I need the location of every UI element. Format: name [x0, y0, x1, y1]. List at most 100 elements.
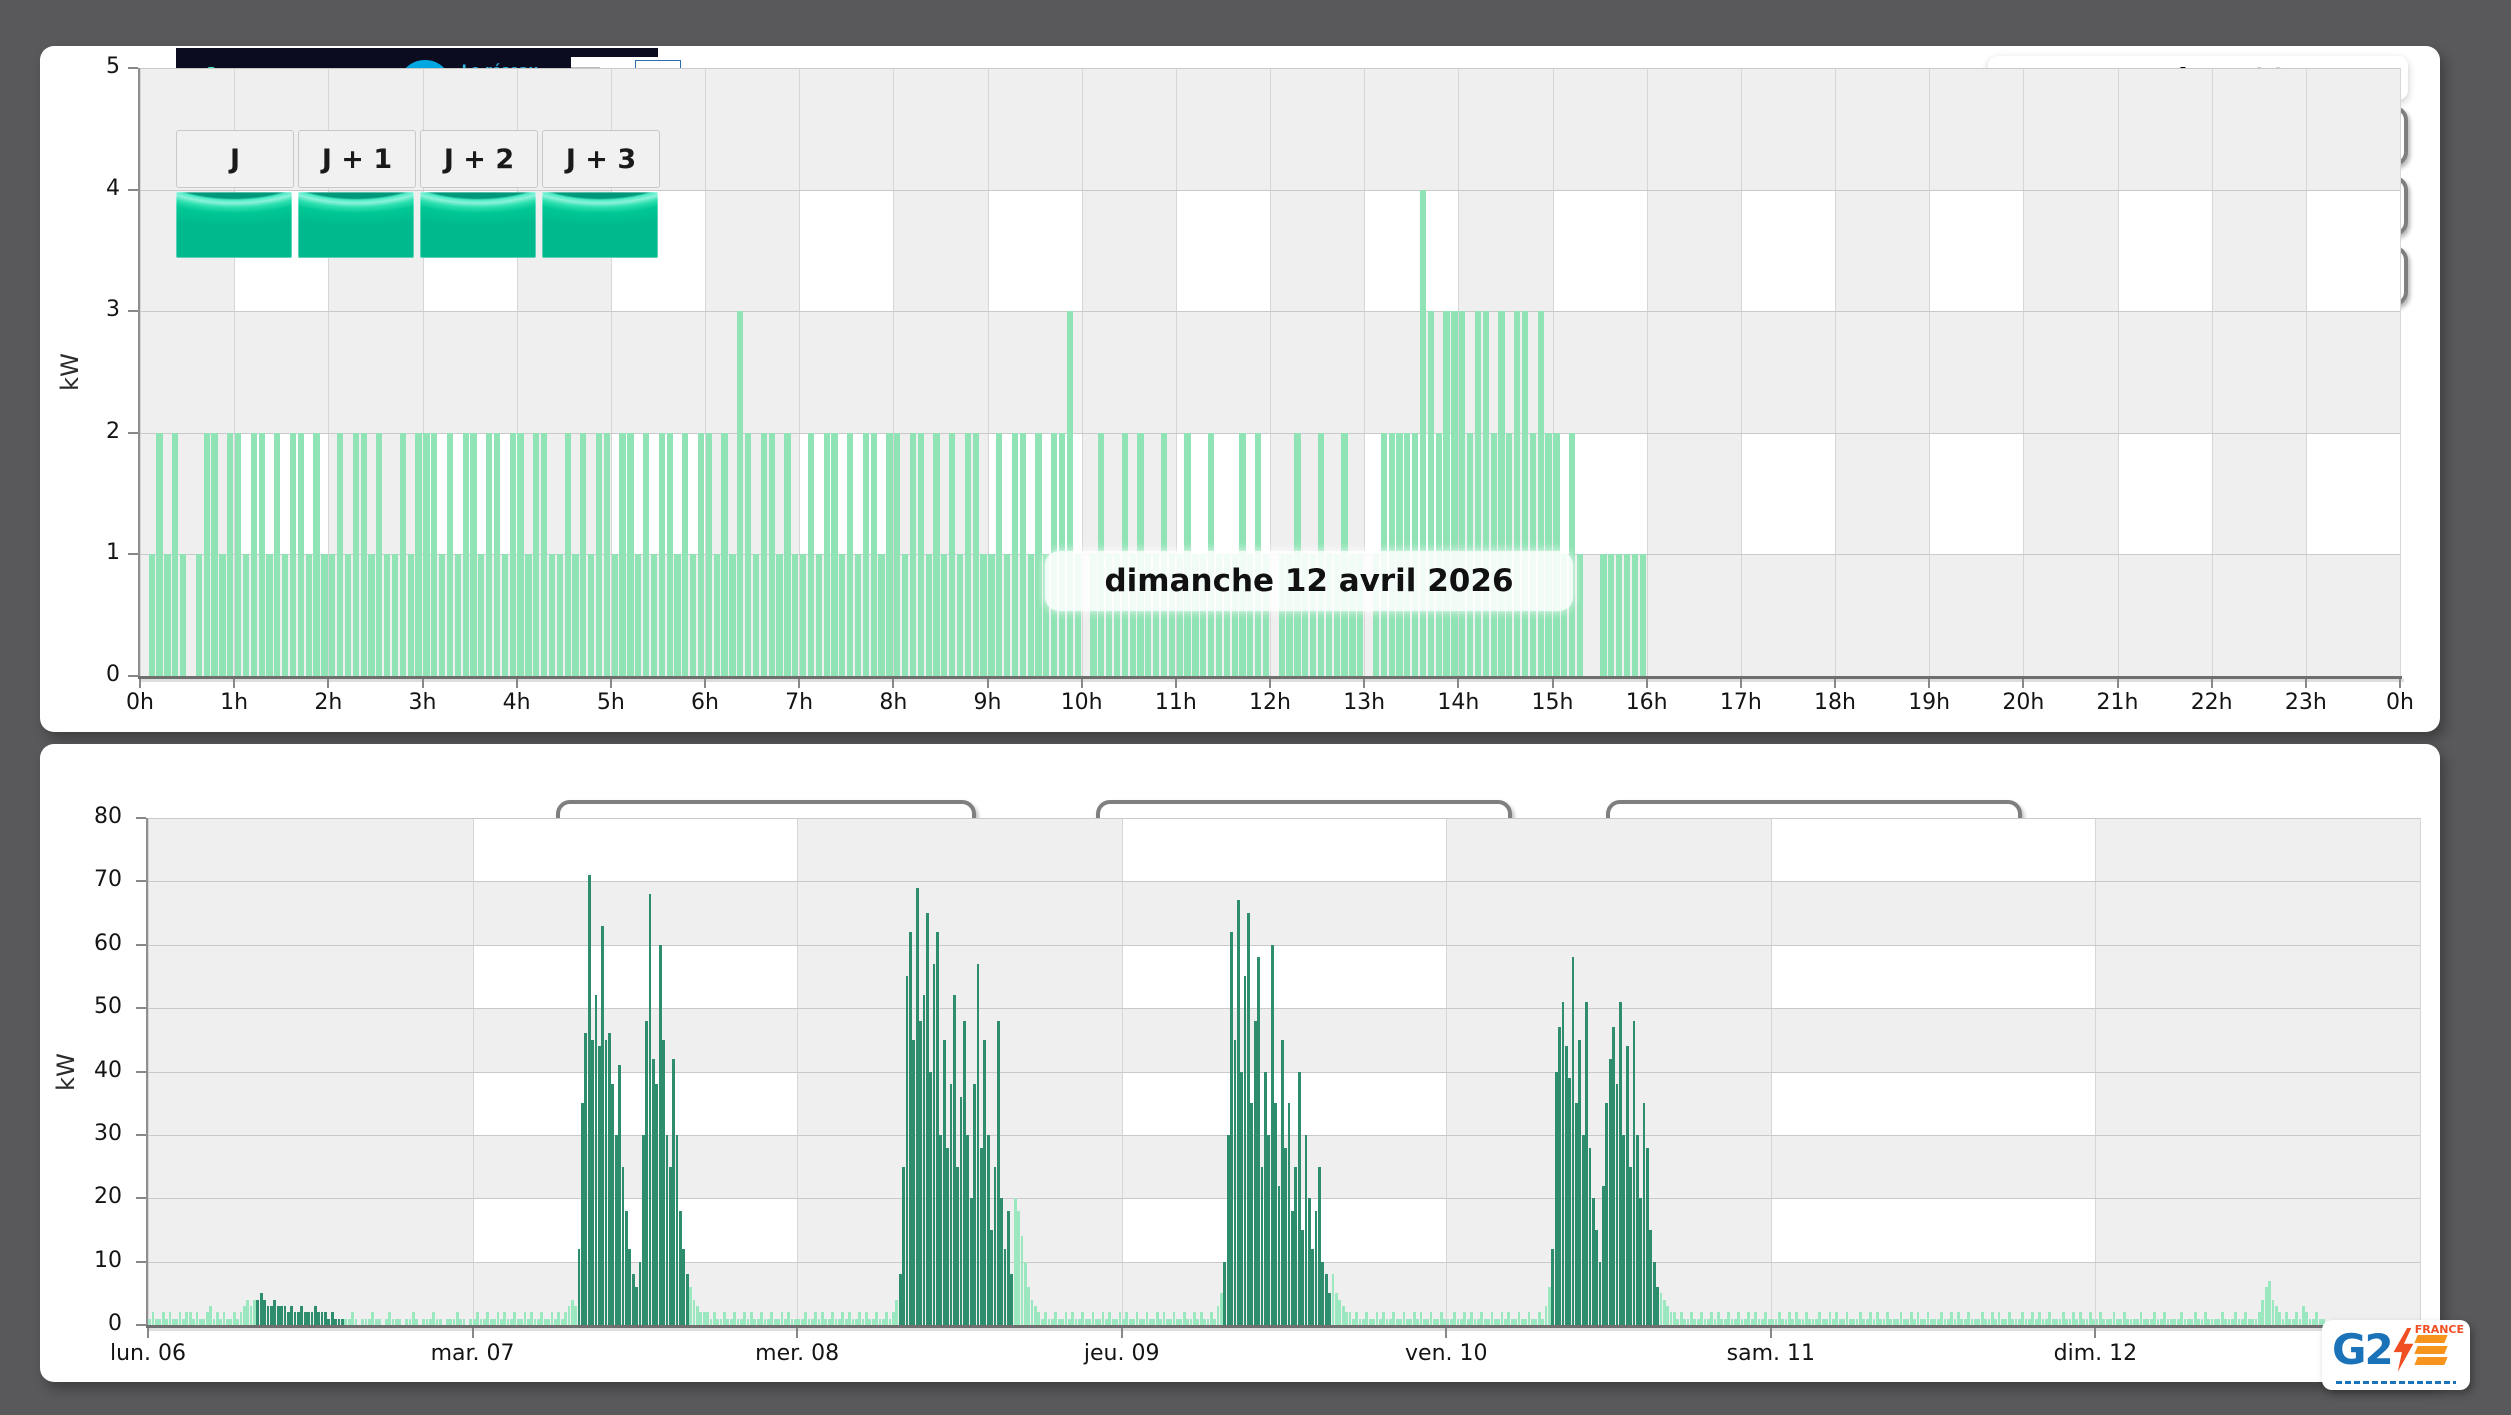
day-power-bar	[1616, 554, 1623, 676]
week-power-bar	[1899, 1312, 1903, 1325]
day-y-tickmark	[128, 188, 138, 191]
week-power-bar	[1669, 1312, 1673, 1325]
plot-background-cell	[797, 1008, 1123, 1072]
week-power-bar	[1551, 1248, 1555, 1325]
week-power-bar	[1656, 1286, 1659, 1325]
plot-background-cell	[1552, 311, 1648, 434]
day-power-bar	[776, 554, 783, 676]
week-power-bar	[1835, 1312, 1839, 1325]
ecowatt-day-button-1[interactable]: J + 1	[298, 130, 416, 188]
horizontal-gridline	[148, 818, 2420, 819]
week-power-bar	[290, 1306, 294, 1325]
week-power-bar	[1287, 1103, 1291, 1325]
week-power-bar	[1585, 1001, 1588, 1325]
day-power-bar	[391, 554, 399, 676]
week-power-bar	[1226, 1134, 1230, 1325]
plot-background-cell	[1175, 68, 1271, 191]
day-power-bar	[878, 554, 885, 676]
day-power-bar	[697, 432, 705, 676]
week-power-bar	[939, 1134, 943, 1325]
week-power-bar	[1554, 1071, 1558, 1325]
week-power-bar	[1990, 1312, 1994, 1325]
week-power-bar	[1777, 1312, 1781, 1325]
day-power-bar	[211, 432, 218, 676]
day-power-bar	[1608, 554, 1615, 676]
day-power-bar	[203, 432, 210, 676]
plot-background-cell	[893, 189, 988, 312]
ecowatt-day-button-2[interactable]: J + 2	[420, 130, 538, 188]
week-power-bar	[743, 1312, 747, 1325]
day-power-bar	[493, 432, 501, 676]
vertical-gridline	[2023, 68, 2025, 676]
day-power-bar	[1623, 554, 1631, 676]
plot-background-cell	[422, 311, 518, 434]
week-power-bar	[1020, 1236, 1024, 1325]
week-power-bar	[486, 1312, 490, 1325]
week-power-bar	[1260, 1166, 1264, 1325]
week-power-bar	[804, 1312, 807, 1325]
day-power-bar	[690, 554, 697, 676]
week-power-bar	[956, 1166, 960, 1325]
week-power-bar	[1950, 1312, 1954, 1325]
day-power-bar	[470, 432, 477, 676]
week-x-tickmark	[471, 1328, 474, 1338]
plot-background-cell	[987, 68, 1083, 191]
day-x-tickmark	[1174, 679, 1177, 688]
week-x-tickmark	[1445, 1328, 1448, 1338]
week-power-bar	[1348, 1312, 1352, 1325]
week-power-bar	[297, 1312, 300, 1325]
week-power-bar	[1236, 900, 1240, 1325]
ecowatt-day-button-3[interactable]: J + 3	[542, 130, 660, 188]
day-power-bar	[956, 554, 964, 676]
week-power-bar	[567, 1306, 571, 1325]
day-power-bar	[438, 554, 446, 676]
week-power-bar	[1439, 1312, 1443, 1325]
week-power-bar	[645, 1020, 649, 1325]
week-power-bar	[1571, 957, 1575, 1325]
week-power-bar	[1223, 1261, 1227, 1325]
week-power-bar	[1662, 1299, 1666, 1325]
week-power-bar	[1118, 1312, 1122, 1325]
week-power-bar	[246, 1299, 250, 1325]
week-power-bar	[1335, 1293, 1338, 1325]
ecowatt-forecast-thumbnail-0[interactable]	[176, 192, 292, 258]
ecowatt-forecast-thumbnail-1[interactable]	[298, 192, 414, 258]
week-power-bar	[205, 1312, 209, 1325]
plot-background-cell	[148, 818, 474, 882]
week-power-bar	[303, 1312, 307, 1325]
week-power-bar	[215, 1312, 219, 1325]
week-power-bar	[733, 1312, 736, 1325]
lightning-bolt-icon	[2393, 1328, 2414, 1372]
week-power-bar	[2072, 1312, 2075, 1325]
week-power-bar	[625, 1210, 628, 1325]
plot-background-cell	[1175, 189, 1271, 312]
day-power-bar	[195, 554, 202, 676]
plot-background-cell	[1770, 944, 2096, 1009]
day-power-bar	[909, 432, 917, 676]
week-power-bar	[1622, 1134, 1626, 1325]
plot-background-cell	[987, 189, 1083, 312]
week-power-bar	[293, 1312, 297, 1325]
week-power-bar	[1277, 1185, 1281, 1325]
week-power-bar	[915, 887, 919, 1325]
day-x-tick-label: 22h	[2190, 690, 2233, 715]
ecowatt-forecast-thumbnail-3[interactable]	[542, 192, 658, 258]
week-power-bar	[270, 1306, 273, 1325]
plot-background-cell	[2023, 432, 2118, 555]
week-power-bar	[1003, 1248, 1007, 1325]
week-power-bar	[1666, 1306, 1670, 1325]
ecowatt-forecast-thumbnail-2[interactable]	[420, 192, 536, 258]
horizontal-gridline	[140, 311, 2400, 313]
week-power-bar	[1328, 1293, 1332, 1325]
plot-background-cell	[140, 311, 235, 434]
plot-background-cell	[1929, 554, 2024, 677]
plot-background-cell	[1646, 68, 1742, 191]
ecowatt-day-button-0[interactable]: J	[176, 130, 294, 188]
week-power-bar	[1737, 1312, 1741, 1325]
plot-background-cell	[1770, 1198, 2096, 1263]
week-power-bar	[1886, 1312, 1889, 1325]
plot-background-cell	[2305, 189, 2401, 312]
week-power-bar	[929, 1071, 933, 1325]
day-power-bar	[815, 554, 822, 676]
day-x-tick-label: 19h	[1908, 690, 1951, 715]
